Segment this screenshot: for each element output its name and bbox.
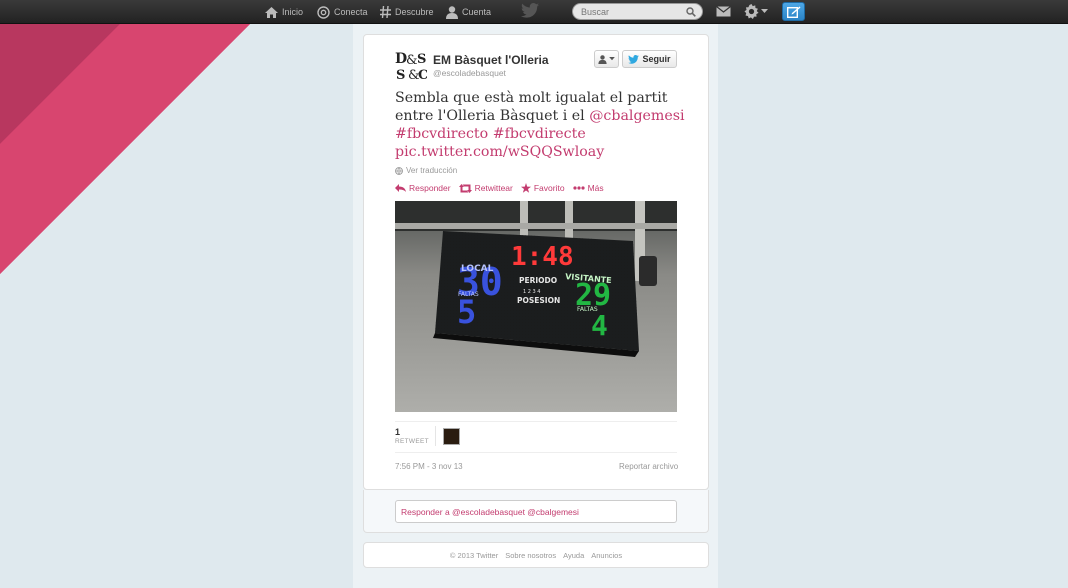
footer-link-help[interactable]: Ayuda <box>563 551 584 560</box>
background-stripes <box>0 24 250 274</box>
star-icon <box>520 183 531 193</box>
twitter-bird-icon <box>628 54 640 64</box>
home-icon <box>265 6 278 18</box>
nav-connect-label: Conecta <box>334 7 368 17</box>
tweet-photo[interactable]: 30 LOCAL FALTAS 5 1:48 PERIODO 1 2 3 4 P… <box>395 201 677 412</box>
hashtag-icon <box>380 6 391 18</box>
footer-link-ads[interactable]: Anuncios <box>591 551 622 560</box>
nav-connect[interactable]: Conecta <box>317 0 368 24</box>
possession-label: POSESION <box>517 296 560 305</box>
retweeter-avatar[interactable] <box>443 428 460 445</box>
more-action[interactable]: Más <box>572 183 604 193</box>
at-icon <box>317 5 330 19</box>
nav-account-label: Cuenta <box>462 7 492 17</box>
person-icon <box>446 5 458 19</box>
report-link[interactable]: Reportar archivo <box>619 462 678 471</box>
retweet-action[interactable]: Retwittear <box>458 183 513 193</box>
divider <box>395 421 677 422</box>
translate-link[interactable]: Ver traducción <box>395 166 457 175</box>
hashtag-link[interactable]: #fbcvdirecto <box>395 126 488 142</box>
person-icon <box>598 54 607 64</box>
chevron-down-icon <box>609 57 615 61</box>
scoreboard-photo: 30 LOCAL FALTAS 5 1:48 PERIODO 1 2 3 4 P… <box>395 201 677 412</box>
local-fouls: 5 <box>457 293 476 331</box>
reply-action[interactable]: Responder <box>395 183 451 193</box>
avatar[interactable]: D & S S & C <box>394 48 427 81</box>
user-name[interactable]: EM Bàsquet l'Olleria <box>433 53 549 67</box>
footer-link-about[interactable]: Sobre nosotros <box>505 551 556 560</box>
footer-copyright: © 2013 Twitter <box>449 550 499 560</box>
gear-icon <box>744 4 759 19</box>
nav-home[interactable]: Inicio <box>265 0 303 24</box>
tweet-timestamp[interactable]: 7:56 PM - 3 nov 13 <box>395 462 463 471</box>
more-label: Más <box>587 183 604 193</box>
nav-discover-label: Descubre <box>395 7 434 17</box>
compose-icon <box>786 6 800 18</box>
period-label: PERIODO <box>519 276 557 285</box>
chevron-down-icon <box>761 9 768 13</box>
reply-icon <box>395 184 406 192</box>
search-box <box>572 3 703 20</box>
visitor-fouls: 4 <box>591 309 608 342</box>
tweet-text: Sembla que està molt igualat el partit e… <box>395 89 685 161</box>
mail-icon[interactable] <box>716 6 731 17</box>
svg-text:&: & <box>406 53 418 68</box>
ellipsis-icon <box>572 186 585 190</box>
divider <box>435 426 436 446</box>
retweet-count-label: RETWEET <box>395 438 429 445</box>
svg-text:C: C <box>418 68 427 81</box>
search-input[interactable] <box>581 6 681 17</box>
settings-menu[interactable] <box>744 4 768 19</box>
user-handle[interactable]: @escoladebasquet <box>433 68 506 78</box>
favorite-action[interactable]: Favorito <box>520 183 565 193</box>
globe-icon <box>395 166 403 175</box>
twitter-bird-icon[interactable] <box>521 3 539 18</box>
divider <box>395 452 677 453</box>
retweet-icon <box>458 183 472 193</box>
retweet-count[interactable]: 1 <box>395 427 400 437</box>
retweet-label: Retwittear <box>474 183 513 193</box>
local-label: LOCAL <box>461 264 494 274</box>
mention-link[interactable]: @cbalgemesi <box>589 108 684 124</box>
favorite-label: Favorito <box>533 183 565 193</box>
tweet-actions: Responder Retwittear Favorito Más <box>395 183 604 193</box>
user-actions-button[interactable] <box>594 50 619 68</box>
follow-button-label: Seguir <box>642 54 671 64</box>
period-digits: 1 2 3 4 <box>523 289 541 295</box>
svg-text:S: S <box>417 52 426 67</box>
reply-label: Responder <box>409 183 451 193</box>
search-icon[interactable] <box>686 7 696 17</box>
top-navigation-bar: Inicio Conecta Descubre Cuenta <box>0 0 1068 24</box>
media-link[interactable]: pic.twitter.com/wSQQSwloay <box>395 144 604 160</box>
hashtag-link[interactable]: #fbcvdirecte <box>493 126 586 142</box>
translate-label: Ver traducción <box>406 166 458 175</box>
compose-tweet-button[interactable] <box>782 2 805 21</box>
nav-discover[interactable]: Descubre <box>380 0 434 24</box>
nav-account[interactable]: Cuenta <box>446 0 491 24</box>
follow-button[interactable]: Seguir <box>622 50 677 68</box>
nav-home-label: Inicio <box>282 7 304 17</box>
reply-input[interactable]: Responder a @escoladebasquet @cbalgemesi <box>395 500 677 523</box>
svg-text:S: S <box>396 68 405 81</box>
game-clock: 1:48 <box>511 242 574 272</box>
footer: © 2013 Twitter Sobre nosotros Ayuda Anun… <box>363 542 709 568</box>
